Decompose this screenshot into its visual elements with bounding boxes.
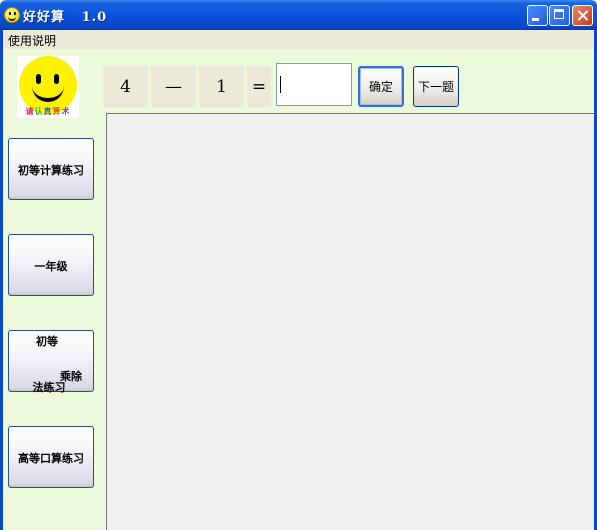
button-label: 高等口算练习 (18, 452, 84, 465)
minimize-button[interactable] (527, 5, 548, 26)
logo-caption-char: 算 (52, 107, 62, 116)
smiley-icon (4, 7, 20, 23)
first-grade-button[interactable]: 一年级 (8, 234, 94, 296)
title-bar[interactable]: 好好算 1.0 (0, 0, 597, 30)
next-question-button[interactable]: 下一题 (413, 66, 459, 107)
smiley-logo: 请认真算术 (17, 56, 79, 118)
logo-caption-char: 认 (34, 107, 44, 116)
logo-caption: 请认真算术 (17, 106, 79, 117)
equals-sign: = (247, 66, 271, 107)
window-title: 好好算 1.0 (23, 10, 108, 25)
logo-caption-char: 术 (61, 107, 71, 116)
basic-mul-div-practice-button[interactable]: 初等 乘除 法练习 (8, 330, 94, 394)
menu-item-help[interactable]: 使用说明 (8, 32, 56, 49)
logo-caption-char: 请 (25, 107, 35, 116)
app-window: 好好算 1.0 使用说明 请认真算术 初等计算练习 一年级 初等 乘除 法练习 … (0, 0, 597, 530)
button-label: 法练习 (32, 381, 66, 394)
text-caret (280, 76, 281, 93)
results-panel (106, 113, 594, 530)
answer-input[interactable] (276, 63, 352, 106)
operand-a: 4 (103, 66, 148, 107)
button-label: 一年级 (34, 260, 68, 273)
logo-caption-char: 真 (43, 107, 53, 116)
close-button[interactable] (572, 5, 593, 26)
operator-sign: — (151, 66, 196, 107)
basic-calc-practice-button[interactable]: 初等计算练习 (8, 138, 94, 200)
operand-b: 1 (199, 66, 244, 107)
button-label: 初等 (36, 335, 58, 348)
menu-bar: 使用说明 (0, 30, 597, 49)
advanced-mental-calc-button[interactable]: 高等口算练习 (8, 426, 94, 488)
maximize-button[interactable] (549, 5, 570, 26)
confirm-button[interactable]: 确定 (358, 66, 404, 107)
button-label: 初等计算练习 (18, 164, 84, 177)
